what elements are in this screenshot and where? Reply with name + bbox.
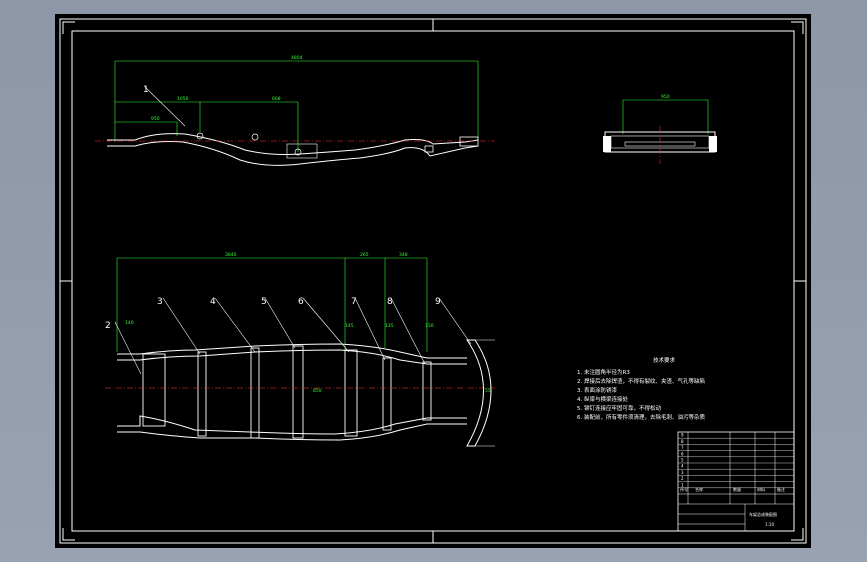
dim-side-total: 4804 xyxy=(291,55,303,61)
corner-mark xyxy=(791,528,804,541)
tb-row-number: 6 xyxy=(681,451,684,456)
corner-mark xyxy=(62,21,75,34)
dim-plan-total: 3840 xyxy=(225,252,237,258)
tech-note-3: 3. 表面涂防锈漆 xyxy=(577,386,617,394)
dim-plan-b: 348 xyxy=(399,252,408,258)
tb-row-number: 4 xyxy=(681,464,684,469)
part-label-8: 8 xyxy=(387,297,393,307)
tech-note-1: 1. 未注圆角半径为R3 xyxy=(577,368,630,376)
part-label-4: 4 xyxy=(210,297,216,307)
dim-side-a: 1050 xyxy=(177,96,189,102)
tb-drawing-title: 车架总成装配图 xyxy=(749,511,777,517)
tb-row-number: 7 xyxy=(681,445,684,450)
inner-border xyxy=(71,30,795,532)
title-block: 987654321 序号 名称 数量 材料 备注 车架总成装配图 1:10 xyxy=(677,431,795,532)
tb-header-remark: 备注 xyxy=(777,486,785,492)
outer-border xyxy=(59,18,807,544)
part-label-6: 6 xyxy=(298,297,304,307)
plan-view: 3840 265 348 140 145 135 150 55 850 xyxy=(105,252,495,447)
dim-end-width: 950 xyxy=(661,94,670,100)
tech-note-5: 5. 铆钉连接应牢固可靠，不得松动 xyxy=(577,404,661,412)
tb-row-number: 2 xyxy=(681,476,684,481)
dim-side-c: 950 xyxy=(151,116,160,122)
dim-plan-mid: 850 xyxy=(313,388,322,394)
tb-row-number: 3 xyxy=(681,470,684,475)
cad-drawing: 4804 1050 608 950 950 3840 265 348 140 1… xyxy=(59,18,807,544)
dim-side-b: 608 xyxy=(272,96,281,102)
end-view: 950 xyxy=(603,94,717,164)
tb-header-name: 名称 xyxy=(695,486,703,492)
dim-plan-g: 55 xyxy=(485,388,491,394)
dim-plan-c: 140 xyxy=(125,320,134,326)
tb-row-number: 5 xyxy=(681,458,684,463)
tb-header-qty: 数量 xyxy=(733,486,741,492)
corner-mark xyxy=(791,21,804,34)
dim-plan-a: 265 xyxy=(360,252,369,258)
dim-plan-f: 150 xyxy=(425,323,434,329)
side-view: 4804 1050 608 950 xyxy=(95,55,495,166)
tech-note-6: 6. 装配前，所有零件须清理，去除毛刺、油污等杂质 xyxy=(577,413,705,421)
part-label-1: 1 xyxy=(143,85,149,95)
corner-mark xyxy=(62,528,75,541)
tb-scale: 1:10 xyxy=(765,522,774,527)
part-label-9: 9 xyxy=(435,297,441,307)
tb-header-material: 材料 xyxy=(757,486,765,492)
dim-plan-d: 145 xyxy=(345,323,354,329)
tb-row-number: 8 xyxy=(681,439,684,444)
part-label-2: 2 xyxy=(105,321,111,331)
drawing-sheet: 4804 1050 608 950 950 3840 265 348 140 1… xyxy=(55,14,811,548)
part-label-5: 5 xyxy=(261,297,267,307)
tb-row-number: 9 xyxy=(681,433,684,438)
dim-plan-e: 135 xyxy=(385,323,394,329)
part-label-3: 3 xyxy=(157,297,163,307)
tech-note-2: 2. 焊接后去除焊渣，不得有裂纹、夹渣、气孔等缺陷 xyxy=(577,377,705,385)
part-label-7: 7 xyxy=(351,297,357,307)
tb-header-no: 序号 xyxy=(680,486,688,492)
tech-note-4: 4. 纵梁与横梁连接处 xyxy=(577,395,628,403)
tech-requirements-title: 技术要求 xyxy=(653,356,676,364)
